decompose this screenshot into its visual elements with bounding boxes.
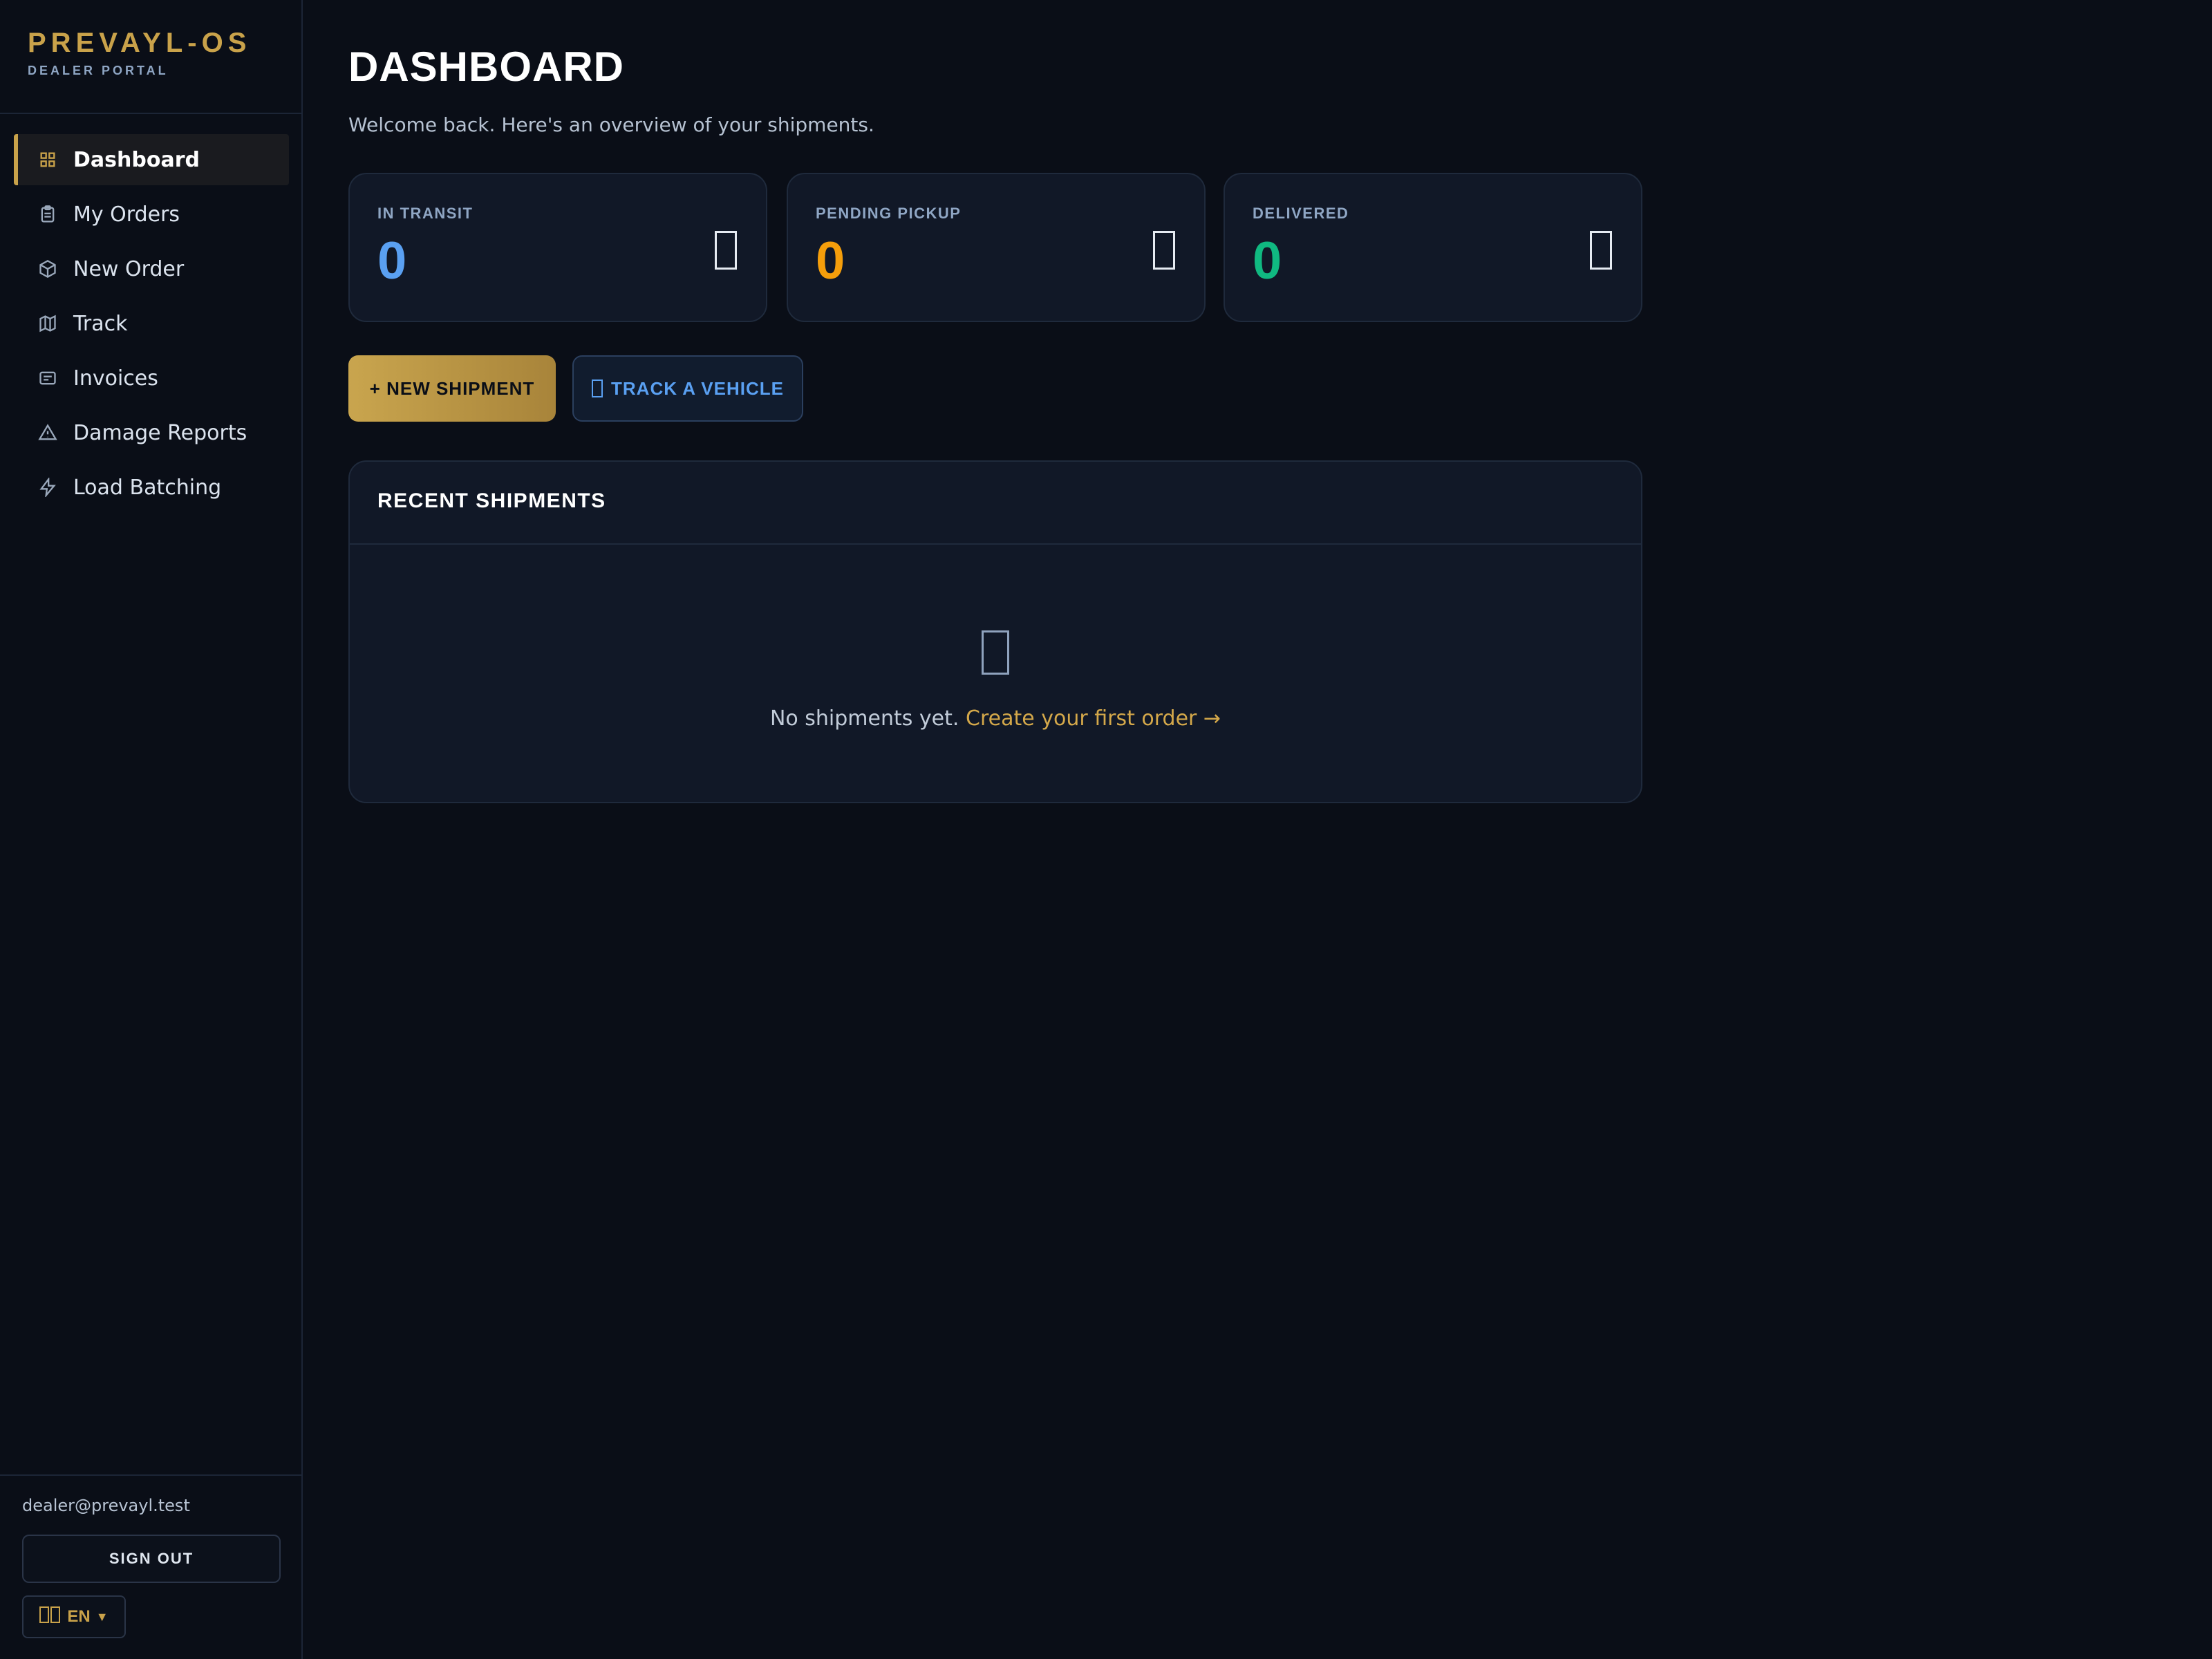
lightning-icon	[37, 477, 58, 498]
stat-value: 0	[816, 232, 845, 290]
search-icon	[592, 379, 603, 397]
empty-message: No shipments yet.	[769, 706, 959, 731]
stat-label: IN TRANSIT	[377, 205, 474, 222]
check-icon	[1590, 231, 1612, 270]
create-first-order-link[interactable]: Create your first order →	[966, 706, 1221, 731]
sidebar-item-label: New Order	[73, 256, 185, 281]
stat-value: 0	[1253, 232, 1282, 290]
sidebar-item-label: Load Batching	[73, 475, 222, 500]
chevron-down-icon: ▼	[95, 1609, 109, 1624]
stat-label: PENDING PICKUP	[816, 205, 962, 222]
sidebar-item-label: Dashboard	[73, 147, 200, 172]
stat-value: 0	[377, 232, 407, 290]
box-icon	[37, 259, 58, 279]
sidebar-item-invoices[interactable]: Invoices	[14, 353, 289, 404]
empty-state-text: No shipments yet. Create your first orde…	[350, 706, 1641, 731]
sidebar-item-label: My Orders	[73, 202, 180, 227]
truck-icon	[715, 231, 737, 270]
sidebar-item-new-order[interactable]: New Order	[14, 243, 289, 294]
sidebar-item-label: Invoices	[73, 366, 158, 391]
stat-card-pending-pickup: PENDING PICKUP 0	[787, 173, 1206, 322]
brand-subtitle: DEALER PORTAL	[28, 64, 169, 77]
warning-triangle-icon	[37, 422, 58, 443]
language-label: EN	[67, 1607, 91, 1626]
sidebar-item-damage-reports[interactable]: Damage Reports	[14, 407, 289, 458]
brand-title: PREVAYL-OS	[28, 28, 252, 58]
recent-shipments-panel: RECENT SHIPMENTS No shipments yet. Creat…	[348, 460, 1642, 803]
brand: PREVAYL-OS DEALER PORTAL	[28, 26, 251, 78]
sidebar-item-track[interactable]: Track	[14, 298, 289, 349]
clock-icon	[1153, 231, 1175, 270]
language-selector[interactable]: EN ▼	[22, 1595, 126, 1638]
sidebar-item-label: Track	[73, 311, 128, 336]
package-icon	[982, 630, 1009, 675]
grid-icon	[37, 149, 58, 170]
map-icon	[37, 313, 58, 334]
sidebar-bottom-divider	[0, 1474, 301, 1476]
sidebar-item-label: Damage Reports	[73, 420, 247, 445]
sidebar-nav: Dashboard My Orders New Order Track Invo…	[14, 134, 289, 516]
panel-divider	[350, 543, 1641, 545]
new-shipment-button[interactable]: + NEW SHIPMENT	[348, 355, 556, 422]
sidebar-item-load-batching[interactable]: Load Batching	[14, 462, 289, 513]
sidebar: PREVAYL-OS DEALER PORTAL Dashboard My Or…	[0, 0, 303, 1659]
page-title: DASHBOARD	[348, 44, 624, 90]
sidebar-item-my-orders[interactable]: My Orders	[14, 189, 289, 240]
track-vehicle-label: TRACK A VEHICLE	[611, 377, 784, 399]
track-vehicle-button[interactable]: TRACK A VEHICLE	[572, 355, 803, 422]
panel-title: RECENT SHIPMENTS	[377, 489, 606, 512]
stat-label: DELIVERED	[1253, 205, 1349, 222]
sidebar-item-dashboard[interactable]: Dashboard	[14, 134, 289, 185]
sidebar-divider	[0, 113, 301, 114]
sign-out-button[interactable]: SIGN OUT	[22, 1535, 281, 1583]
stat-card-delivered: DELIVERED 0	[1224, 173, 1642, 322]
page-subtitle: Welcome back. Here's an overview of your…	[348, 113, 874, 136]
receipt-icon	[37, 368, 58, 388]
clipboard-icon	[37, 204, 58, 225]
user-email: dealer@prevayl.test	[22, 1496, 190, 1515]
flag-icon	[39, 1606, 62, 1628]
stat-card-in-transit: IN TRANSIT 0	[348, 173, 767, 322]
